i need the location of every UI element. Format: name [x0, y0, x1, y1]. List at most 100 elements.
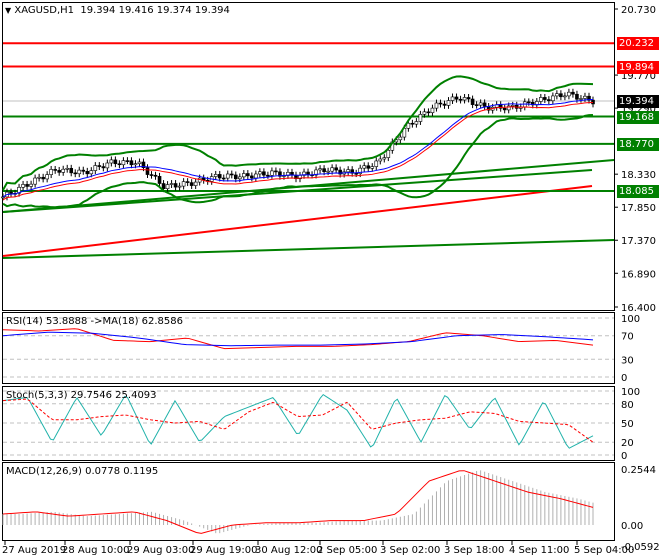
candle [539, 97, 543, 102]
candle [478, 102, 483, 106]
rsi-axis-label: 70 [621, 332, 634, 343]
ohlc-values: 19.394 19.416 19.374 19.394 [80, 5, 230, 16]
macd-axis-label: 0.2544 [621, 465, 656, 476]
price-axis-label: 18.330 [621, 170, 656, 181]
candle [125, 160, 130, 162]
candle [430, 107, 435, 114]
candle [109, 159, 114, 164]
candle [354, 172, 358, 175]
time-axis-label: 4 Sep 11:00 [509, 545, 569, 556]
candle [145, 167, 150, 175]
candle [173, 183, 178, 188]
candle [462, 97, 467, 101]
candle [438, 102, 443, 105]
candle [129, 160, 134, 166]
level-price-tag: 18.085 [617, 185, 659, 199]
candle [157, 176, 162, 184]
candle [414, 121, 419, 125]
candle [161, 183, 166, 190]
price-axis-label: 17.850 [621, 203, 656, 214]
candle [57, 170, 61, 173]
candle [434, 102, 439, 109]
candle [543, 97, 547, 100]
time-axis-label: 28 Aug 10:00 [62, 545, 129, 556]
candle [330, 167, 334, 172]
candle [370, 166, 375, 169]
price-axis-label: 17.370 [621, 236, 656, 247]
candle [466, 97, 471, 100]
candle [65, 167, 70, 170]
macd-title: MACD(12,26,9) 0.0778 0.1195 [6, 466, 159, 477]
candle [61, 168, 66, 173]
time-axis-label: 2 Sep 05:00 [317, 545, 377, 556]
candle [41, 176, 45, 180]
time-axis-label: 3 Sep 18:00 [444, 545, 504, 556]
stoch-axis-label: 80 [621, 400, 634, 411]
time-axis-label: 29 Aug 03:00 [127, 545, 194, 556]
candle [422, 111, 427, 115]
candle [502, 107, 507, 111]
candle [93, 165, 98, 171]
candle [9, 191, 13, 194]
time-axis-label: 3 Sep 02:00 [380, 545, 440, 556]
candle [121, 160, 126, 166]
symbol-label: XAGUSD,H1 [14, 5, 75, 16]
candle [117, 163, 122, 166]
price-axis-label: 16.890 [621, 269, 656, 280]
candle [474, 104, 479, 106]
candle [45, 174, 49, 180]
candle [346, 169, 350, 173]
candle [89, 170, 94, 175]
level-price-tag: 19.168 [617, 110, 659, 124]
candle [410, 122, 415, 125]
candle [418, 113, 423, 122]
candle [229, 173, 234, 176]
candle [181, 181, 186, 187]
candle [366, 165, 371, 169]
candle [242, 173, 246, 178]
candle [177, 185, 182, 188]
candle [442, 103, 447, 106]
time-axis-label: 5 Sep 04:00 [574, 545, 634, 556]
rsi-line [2, 328, 594, 350]
candle [579, 98, 583, 100]
candle [306, 171, 310, 176]
dropdown-arrow-icon[interactable]: ▼ [5, 6, 11, 15]
candle [386, 149, 391, 158]
candle [29, 183, 33, 187]
time-axis-label: 27 Aug 2019 [2, 545, 66, 556]
candle [169, 183, 174, 185]
candle [1, 196, 5, 199]
candle [322, 168, 326, 173]
time-axis-label: 30 Aug 12:00 [255, 545, 322, 556]
rsi-axis-label: 0 [621, 373, 627, 384]
candle [567, 91, 571, 97]
candle [85, 171, 90, 175]
price-axis-label: 16.400 [621, 303, 656, 314]
stoch-title: Stoch(5,3,3) 29.7546 25.4093 [6, 390, 157, 401]
candle [266, 174, 270, 177]
candle [318, 168, 322, 171]
candle [426, 111, 431, 114]
chart-window[interactable]: 20.73019.77019.29018.33017.85017.37016.8… [0, 0, 660, 560]
candle [225, 173, 230, 179]
candle [274, 170, 278, 173]
candle [575, 93, 579, 100]
price-axis-label: 20.730 [621, 5, 656, 16]
candle [406, 122, 411, 129]
candle [213, 174, 218, 177]
candle [382, 157, 387, 160]
candle [326, 170, 330, 173]
stoch-axis-label: 20 [621, 438, 634, 449]
candle [73, 172, 78, 175]
candle [165, 184, 170, 190]
candle [153, 174, 158, 177]
candle [113, 159, 118, 165]
candle [563, 95, 567, 98]
candle [334, 167, 338, 171]
candle [583, 95, 587, 99]
candle [81, 169, 86, 172]
stoch-main-line [2, 393, 594, 449]
candle [69, 167, 74, 174]
level-price-tag: 19.894 [617, 60, 659, 74]
